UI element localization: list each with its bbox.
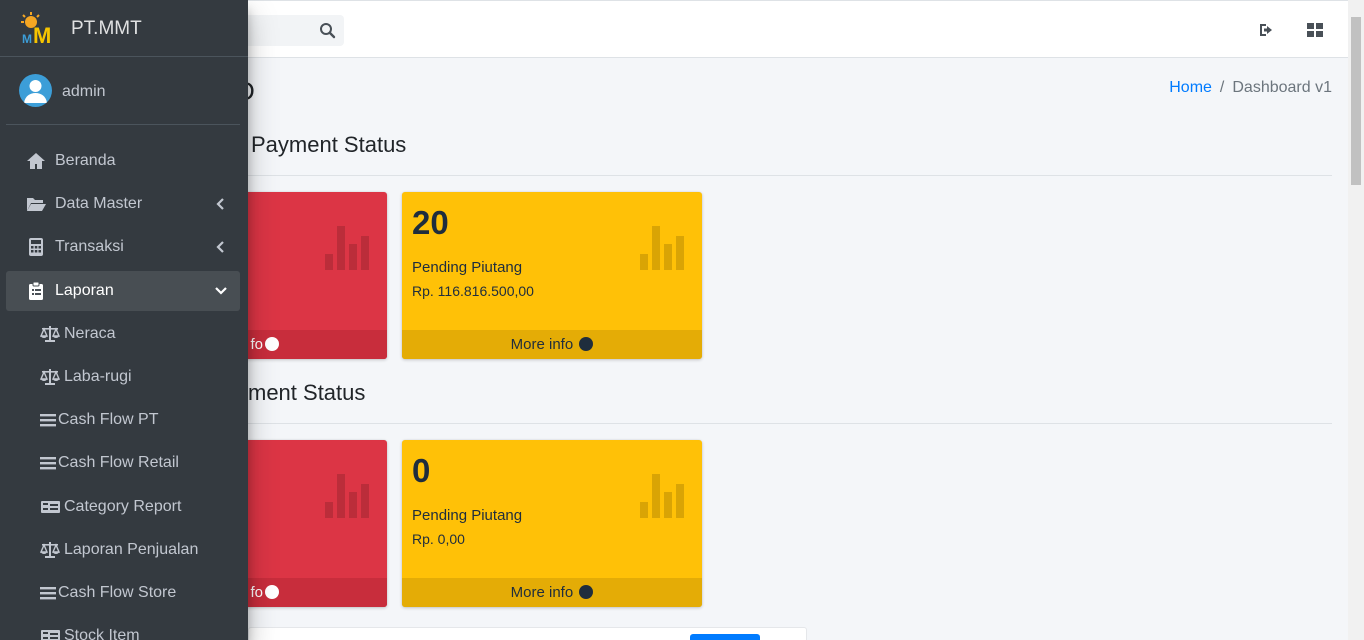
user-panel: admin [6,58,240,125]
sidebar-subitem-category-report[interactable]: Category Report [6,487,240,527]
scrollbar-thumb[interactable] [1351,17,1361,185]
stat-amount: Rp. 116.816.500,00 [412,283,534,299]
sidebar-subitem-cash-flow-pt[interactable]: Cash Flow PT [6,400,240,440]
breadcrumb-current: Dashboard v1 [1232,79,1332,96]
breadcrumb: Home / Dashboard v1 [1169,79,1332,97]
sidebar-subitem-neraca[interactable]: Neraca [6,314,240,354]
sidebar-subitem-cash-flow-store[interactable]: Cash Flow Store [6,573,240,613]
sidebar-subitem-label: Cash Flow Store [58,584,177,601]
section-title-payment-status: Payment Status [251,132,407,157]
balance-scale-icon [40,369,60,385]
arrow-circle-right-icon [579,585,594,599]
bars-icon [40,587,56,600]
breadcrumb-separator: / [1219,79,1225,96]
bar-chart-icon [325,226,369,270]
stat-amount: Rp. 0,00 [412,531,465,547]
stat-box-pending-piutang: 20 Pending Piutang Rp. 116.816.500,00 Mo… [402,192,702,359]
sidebar-item-label: Laporan [55,282,114,299]
stat-label: Pending Piutang [412,507,523,524]
more-info-link[interactable]: More info [402,330,702,359]
brand-text: PT.MMT [71,18,142,39]
section-divider [248,175,1332,176]
bars-icon [40,457,56,470]
sidebar-item-label: Data Master [55,195,143,212]
svg-text:M: M [22,32,32,46]
sidebar-item-label: Transaksi [55,238,124,255]
bar-chart-icon [640,226,684,270]
sidebar-subitem-laba-rugi[interactable]: Laba-rugi [6,357,240,397]
sidebar-subitem-label: Neraca [64,325,116,342]
sidebar-subitem-laporan-penjualan[interactable]: Laporan Penjualan [6,530,240,570]
sidebar-subitem-label: Stock Item [64,627,140,640]
sidebar-subitem-label: Cash Flow Retail [58,454,179,471]
arrow-circle-right-icon [579,337,594,351]
arrow-circle-right-icon [265,337,279,351]
sidebar-subitem-cash-flow-retail[interactable]: Cash Flow Retail [6,443,240,483]
brand-link[interactable]: M M PT.MMT [0,0,248,57]
bar-chart-icon [325,474,369,518]
bar-chart-icon [640,474,684,518]
section-title-payment-status-2: ment Status [248,380,366,405]
section-divider [248,423,1332,424]
sidebar-item-label: Beranda [55,152,116,169]
logout-icon[interactable] [1257,20,1277,40]
sidebar: M M PT.MMT admin Beranda Data Master Tra… [0,0,248,640]
arrow-circle-right-icon [265,585,279,599]
bottom-card [248,627,807,640]
sidebar-item-transaksi[interactable]: Transaksi [6,227,240,267]
calculator-icon [29,238,43,256]
more-info-link[interactable]: More info [402,578,702,607]
brand-logo-icon: M M [21,12,51,46]
sidebar-item-data-master[interactable]: Data Master [6,184,240,224]
balance-scale-icon [40,542,60,558]
sidebar-item-beranda[interactable]: Beranda [6,141,240,181]
stat-number: 0 [412,452,431,489]
home-icon [27,153,45,169]
page-scrollbar[interactable] [1348,0,1364,640]
stat-label: Pending Piutang [412,259,523,276]
svg-text:M: M [33,23,51,46]
money-bill-icon [41,630,60,640]
sidebar-subitem-label: Category Report [64,498,182,515]
sidebar-subitem-stock-item[interactable]: Stock Item [6,616,240,640]
sidebar-subitem-label: Laba-rugi [64,368,132,385]
chevron-left-icon [216,198,224,210]
sidebar-subitem-label: Laporan Penjualan [64,541,199,558]
stat-number: 20 [412,204,449,241]
grid-layout-icon[interactable] [1305,20,1325,40]
sidebar-item-laporan[interactable]: Laporan [6,271,240,311]
balance-scale-icon [40,326,60,342]
search-icon[interactable] [318,21,338,41]
clipboard-list-icon [29,281,43,300]
user-avatar [19,74,52,107]
chevron-down-icon [215,287,227,295]
user-name[interactable]: admin [62,83,106,101]
user-icon [24,80,47,103]
bars-icon [40,414,56,427]
money-bill-icon [41,501,60,513]
breadcrumb-home-link[interactable]: Home [1169,79,1212,96]
stat-box-pending-piutang: 0 Pending Piutang Rp. 0,00 More info [402,440,702,607]
primary-button[interactable] [690,634,760,640]
sidebar-subitem-label: Cash Flow PT [58,411,159,428]
folder-open-icon [27,198,46,211]
chevron-left-icon [216,241,224,253]
